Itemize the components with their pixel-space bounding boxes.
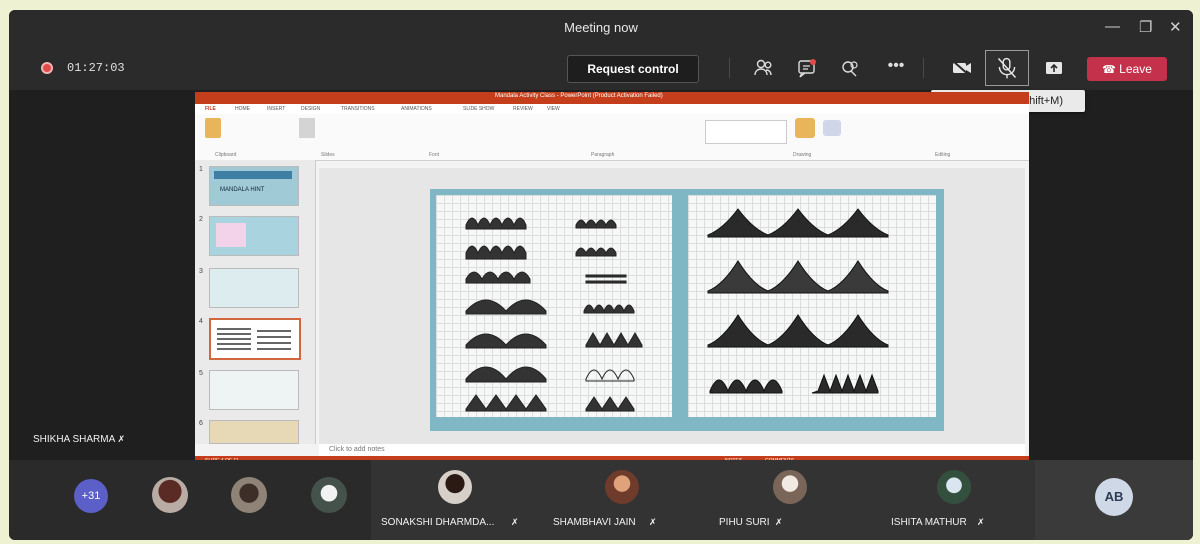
participant-tile[interactable]: PIHU SURI ✗ <box>705 460 875 540</box>
ribbon-group-label: Drawing <box>793 152 812 158</box>
ppt-tab[interactable]: VIEW <box>547 106 560 112</box>
mandala-page-left <box>436 195 672 417</box>
leave-label: Leave <box>1119 62 1152 76</box>
slide-thumbnail[interactable] <box>209 216 299 256</box>
participant-name: PIHU SURI <box>719 517 770 528</box>
ppt-tab[interactable]: INSERT <box>267 106 285 112</box>
ribbon-group-label: Slides <box>321 152 335 158</box>
slide-thumbnail-selected[interactable] <box>209 318 301 360</box>
mandala-page-right <box>688 195 936 417</box>
people-icon[interactable] <box>751 56 777 80</box>
reactions-icon[interactable] <box>837 56 863 80</box>
slide-number: 6 <box>199 420 203 427</box>
meeting-window: Meeting now — ❐ ✕ 01:27:03 Request contr… <box>9 10 1193 540</box>
participant-avatar[interactable] <box>311 477 347 513</box>
participant-avatar <box>605 470 639 504</box>
camera-off-icon[interactable] <box>949 56 975 80</box>
self-avatar: AB <box>1095 478 1133 516</box>
thumb-header <box>214 171 292 179</box>
ribbon-group-label: Font <box>429 152 440 158</box>
participant-avatar[interactable] <box>152 477 188 513</box>
ppt-tab[interactable]: REVIEW <box>513 106 533 112</box>
slide-editing-area <box>319 168 1025 448</box>
ribbon-group-label: Paragraph <box>591 152 615 158</box>
close-icon[interactable]: ✕ <box>1169 18 1182 36</box>
slide-number: 5 <box>199 370 203 377</box>
mandala-patterns-left <box>465 217 643 412</box>
ppt-tab[interactable]: HOME <box>235 106 250 112</box>
slide-number: 1 <box>199 166 203 173</box>
paste-icon[interactable] <box>205 118 221 138</box>
slide-number: 4 <box>199 318 203 325</box>
meeting-toolbar: 01:27:03 Request control ••• ☎ Leave <box>9 46 1193 90</box>
notes-pane[interactable]: Click to add notes <box>319 444 1025 456</box>
slide-thumbnail-pane: 1 MANDALA HINT 2 3 4 5 6 <box>195 160 316 444</box>
ribbon-group-label: Clipboard <box>215 152 237 158</box>
ppt-tab[interactable]: DESIGN <box>301 106 320 112</box>
minimize-icon[interactable]: — <box>1105 18 1120 35</box>
chat-icon[interactable] <box>794 56 820 80</box>
participant-tile[interactable]: SONAKSHI DHARMDA... ✗ <box>371 460 539 540</box>
quick-styles-icon[interactable] <box>823 120 841 136</box>
slide-thumbnail[interactable]: MANDALA HINT <box>209 166 299 206</box>
ppt-app-title: Mandala Activity Class - PowerPoint (Pro… <box>495 93 663 99</box>
mic-off-icon: ✗ <box>117 434 126 444</box>
participant-avatar[interactable] <box>231 477 267 513</box>
more-participants-badge[interactable]: +31 <box>74 479 108 513</box>
thumb-image <box>216 223 246 247</box>
thumb-text: MANDALA HINT <box>220 187 265 193</box>
ribbon-group-label: Editing <box>935 152 951 158</box>
shared-screen: Mandala Activity Class - PowerPoint (Pro… <box>195 92 1029 466</box>
ppt-tab[interactable]: ANIMATIONS <box>401 106 432 112</box>
mic-off-icon[interactable] <box>985 50 1029 86</box>
participant-name: ISHITA MATHUR <box>891 517 967 528</box>
ppt-tab[interactable]: FILE <box>205 106 216 112</box>
participant-name: SHAMBHAVI JAIN <box>553 517 636 528</box>
request-control-button[interactable]: Request control <box>567 55 699 83</box>
participant-avatar <box>438 470 472 504</box>
slide-number: 3 <box>199 268 203 275</box>
ppt-title-bar: Mandala Activity Class - PowerPoint (Pro… <box>195 92 1029 104</box>
slide-thumbnail[interactable] <box>209 370 299 410</box>
phone-hangup-icon: ☎ <box>1102 64 1116 76</box>
ppt-ribbon: Clipboard Slides Font Paragraph Drawing … <box>195 114 1029 161</box>
participant-tile[interactable]: ISHITA MATHUR ✗ <box>875 460 1035 540</box>
participant-strip: +31 SONAKSHI DHARMDA... ✗ SHAMBHAVI JAIN… <box>9 460 1193 540</box>
leave-button[interactable]: ☎ Leave <box>1087 57 1167 81</box>
shapes-gallery[interactable] <box>705 120 787 144</box>
mic-off-icon: ✗ <box>775 517 783 527</box>
mandala-patterns-right <box>707 208 889 394</box>
record-icon <box>41 62 53 74</box>
current-slide[interactable] <box>430 189 944 431</box>
thumb-image <box>257 326 291 350</box>
toolbar-divider <box>923 58 924 78</box>
thumb-image <box>217 326 251 350</box>
meeting-timer: 01:27:03 <box>67 61 125 75</box>
slide-number: 2 <box>199 216 203 223</box>
arrange-icon[interactable] <box>795 118 815 138</box>
new-slide-icon[interactable] <box>299 118 315 138</box>
self-tile[interactable]: AB <box>1035 460 1193 540</box>
ppt-tab[interactable]: TRANSITIONS <box>341 106 375 112</box>
participant-avatar <box>937 470 971 504</box>
participant-avatar <box>773 470 807 504</box>
toolbar-divider <box>729 58 730 78</box>
more-icon[interactable]: ••• <box>883 56 909 80</box>
slide-thumbnail[interactable] <box>209 420 299 444</box>
window-title: Meeting now <box>564 20 638 35</box>
participant-name: SONAKSHI DHARMDA... <box>381 517 495 528</box>
slide-thumbnail[interactable] <box>209 268 299 308</box>
presenter-name: SHIKHA SHARMA ✗ <box>33 434 125 445</box>
mic-off-icon: ✗ <box>511 517 519 527</box>
presenter-name-label: SHIKHA SHARMA <box>33 434 115 445</box>
mic-off-icon: ✗ <box>977 517 985 527</box>
participant-tile[interactable]: SHAMBHAVI JAIN ✗ <box>539 460 705 540</box>
mic-off-icon: ✗ <box>649 517 657 527</box>
title-bar: Meeting now — ❐ ✕ <box>9 10 1193 46</box>
share-tray-icon[interactable] <box>1041 56 1067 80</box>
ppt-tab[interactable]: SLIDE SHOW <box>463 106 494 112</box>
restore-icon[interactable]: ❐ <box>1139 18 1152 36</box>
